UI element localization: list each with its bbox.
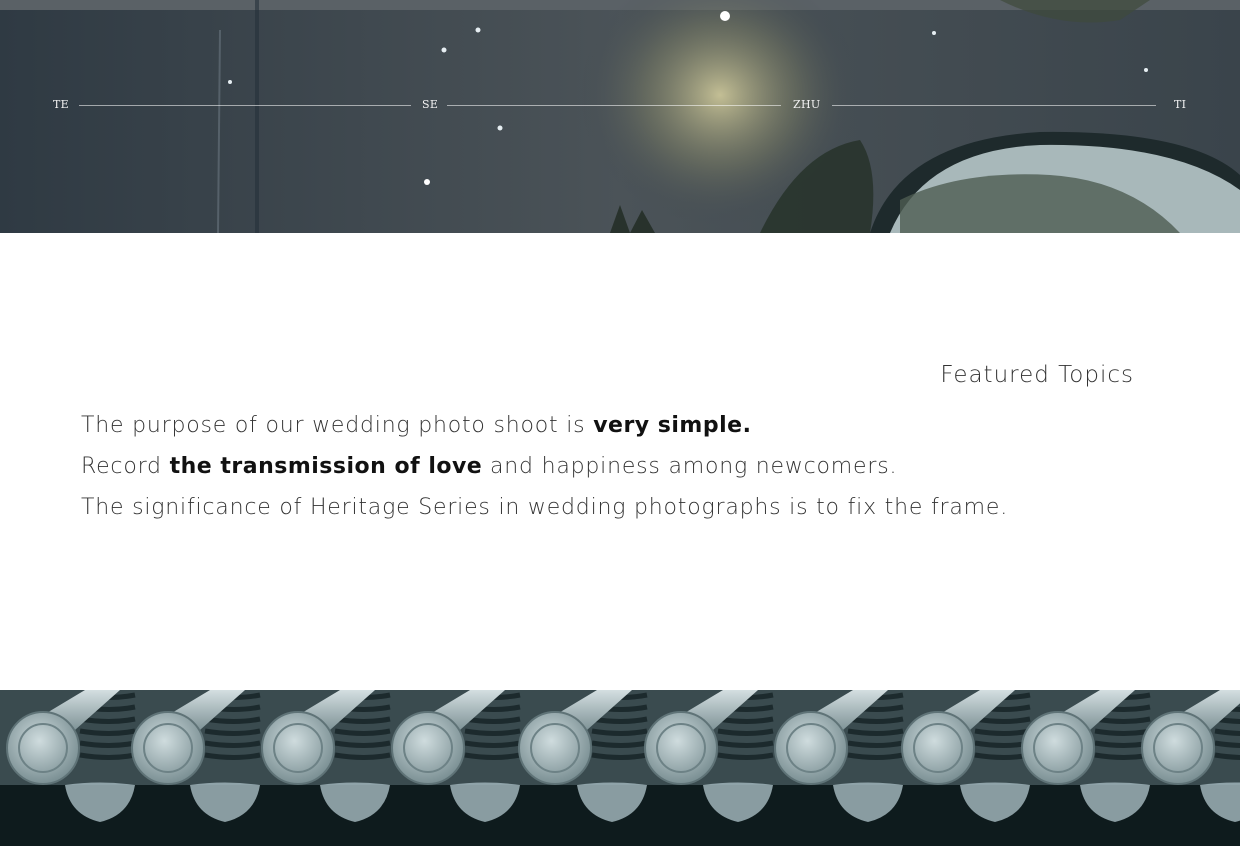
roof-groove	[79, 728, 136, 736]
roof-groove	[847, 728, 904, 736]
step-se[interactable]: SE	[422, 98, 438, 111]
roof-groove	[1094, 728, 1151, 736]
intro-text-block: The purpose of our wedding photo shoot i…	[81, 405, 1008, 528]
step-divider	[832, 105, 1156, 106]
roof-groove	[847, 716, 904, 724]
roof-groove	[591, 752, 648, 760]
roof-groove	[591, 740, 648, 748]
roof-groove	[717, 752, 774, 760]
roof-tile-end-disc	[901, 711, 975, 785]
roof-groove	[847, 740, 904, 748]
roof-groove	[79, 752, 136, 760]
intro-line-1: The purpose of our wedding photo shoot i…	[81, 405, 1008, 446]
roof-tile-end-disc	[6, 711, 80, 785]
roof-groove	[464, 740, 521, 748]
roof-groove	[334, 716, 391, 724]
step-te[interactable]: TE	[53, 98, 69, 111]
intro-line-2-emphasis: the transmission of love	[169, 454, 483, 479]
intro-line-2-text: Record	[81, 454, 170, 479]
roof-tile-end-disc	[518, 711, 592, 785]
roof-groove	[1094, 716, 1151, 724]
roof-groove	[204, 716, 261, 724]
roof-tile-end-disc	[1021, 711, 1095, 785]
step-divider	[447, 105, 781, 106]
intro-line-1-text: The purpose of our wedding photo shoot i…	[81, 413, 594, 438]
roof-groove	[334, 728, 391, 736]
roof-groove	[974, 728, 1031, 736]
step-zhu[interactable]: ZHU	[793, 98, 820, 111]
roof-tile-end-disc	[261, 711, 335, 785]
intro-line-1-emphasis: very simple.	[593, 413, 752, 438]
roof-groove	[79, 716, 136, 724]
roof-groove	[204, 752, 261, 760]
intro-line-3: The significance of Heritage Series in w…	[81, 487, 1008, 528]
roof-groove	[464, 728, 521, 736]
featured-topics-heading: Featured Topics	[940, 362, 1134, 388]
roof-tile-end-disc	[391, 711, 465, 785]
roof-groove	[717, 728, 774, 736]
intro-line-2: Record the transmission of love and happ…	[81, 446, 1008, 487]
roof-groove	[79, 740, 136, 748]
roof-groove	[974, 716, 1031, 724]
roof-groove	[464, 752, 521, 760]
roof-tiles-illustration	[0, 690, 1240, 846]
step-divider	[79, 105, 411, 106]
hero-banner: TE SE ZHU TI	[0, 0, 1240, 233]
roof-groove	[591, 728, 648, 736]
roof-groove	[591, 716, 648, 724]
intro-line-2-tail: and happiness among newcomers.	[482, 454, 898, 479]
roof-groove	[717, 740, 774, 748]
roof-groove	[204, 740, 261, 748]
roof-groove	[847, 752, 904, 760]
roof-groove	[334, 752, 391, 760]
roof-groove	[464, 716, 521, 724]
roof-groove	[204, 728, 261, 736]
roof-tile-end-disc	[131, 711, 205, 785]
roof-groove	[1214, 728, 1240, 736]
roof-tiles-image	[0, 690, 1240, 846]
step-ti[interactable]: TI	[1174, 98, 1186, 111]
roof-groove	[717, 716, 774, 724]
roof-tile-end-disc	[774, 711, 848, 785]
roof-groove	[1214, 752, 1240, 760]
roof-groove	[334, 740, 391, 748]
roof-tile-end-disc	[644, 711, 718, 785]
roof-groove	[1214, 740, 1240, 748]
intro-line-3-text: The significance of Heritage Series in w…	[81, 495, 1009, 520]
step-navigation: TE SE ZHU TI	[0, 92, 1240, 118]
roof-tile-end-disc	[1141, 711, 1215, 785]
